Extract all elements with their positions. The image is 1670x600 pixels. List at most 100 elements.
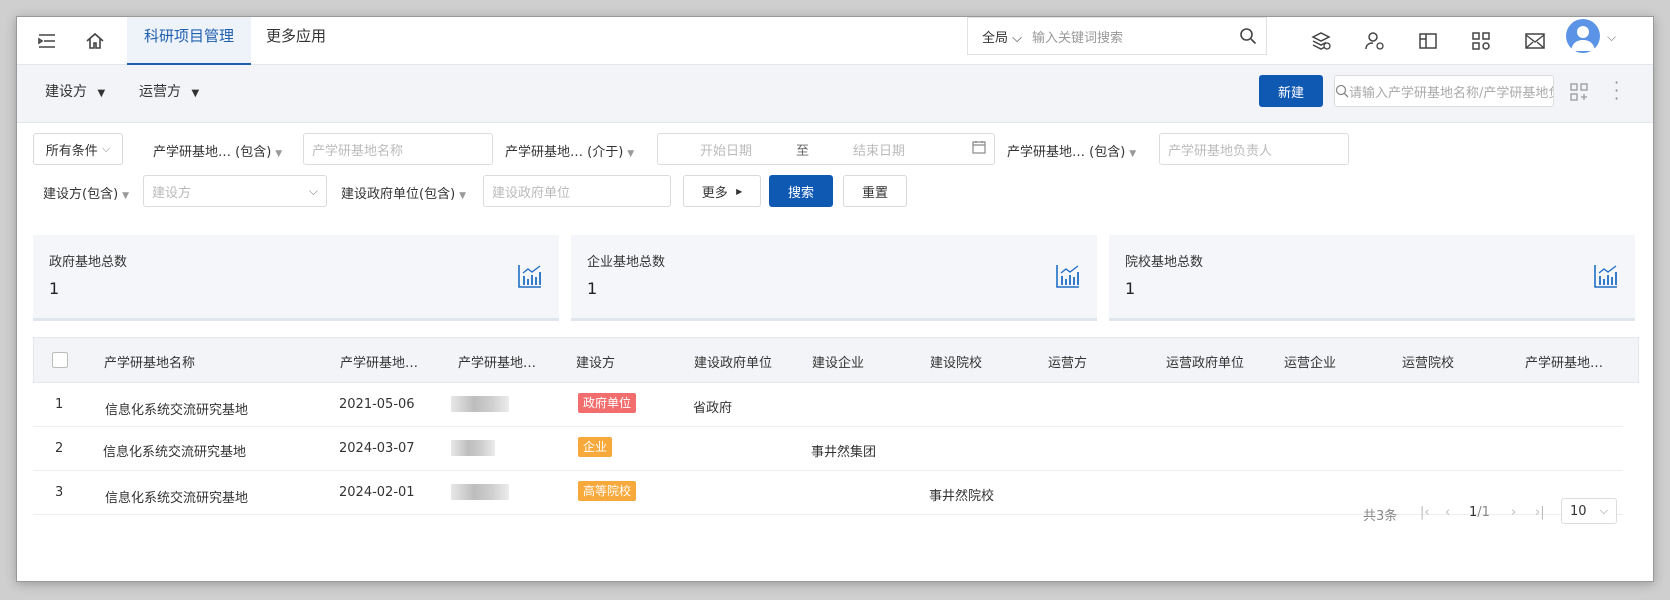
new-button[interactable]: 新建 bbox=[1259, 75, 1323, 107]
grid-settings-icon[interactable] bbox=[1469, 29, 1493, 53]
more-filters-button[interactable]: 更多 ▶ bbox=[683, 175, 761, 207]
toolbar: 建设方 ▼ 运营方 ▼ 新建 请输入产学研基地名称/产学研基地负责人 ··· bbox=[17, 65, 1653, 123]
column-header[interactable]: 产学研基地… bbox=[1525, 352, 1603, 371]
filter-label-gov-unit[interactable]: 建设政府单位(包含) ▼ bbox=[341, 183, 466, 202]
end-date-input[interactable]: 结束日期 bbox=[853, 140, 905, 159]
stat-card-government: 政府基地总数 1 bbox=[33, 235, 559, 321]
table-row[interactable]: 1 信息化系统交流研究基地 2021-05-06 政府单位 省政府 bbox=[33, 383, 1623, 427]
search-icon bbox=[1335, 84, 1349, 98]
more-options-icon[interactable]: · · · bbox=[1614, 75, 1619, 107]
date-range-picker[interactable]: 开始日期 至 结束日期 bbox=[657, 133, 995, 165]
column-header[interactable]: 建设政府单位 bbox=[694, 352, 772, 371]
tab-more-apps[interactable]: 更多应用 bbox=[249, 17, 343, 65]
column-header[interactable]: 产学研基地… bbox=[340, 352, 418, 371]
mail-icon[interactable] bbox=[1523, 29, 1547, 53]
status-badge: 政府单位 bbox=[578, 393, 637, 413]
menu-icon[interactable] bbox=[35, 29, 59, 53]
quick-search-input[interactable]: 请输入产学研基地名称/产学研基地负责人 bbox=[1349, 82, 1553, 101]
column-header[interactable]: 运营院校 bbox=[1402, 352, 1454, 371]
search-icon[interactable] bbox=[1230, 27, 1266, 45]
all-conditions-dropdown[interactable]: 所有条件 ⌵ bbox=[33, 133, 123, 165]
chevron-down-icon[interactable]: ⌵ bbox=[1607, 30, 1616, 45]
search-scope-select[interactable]: 全局 ⌵ bbox=[968, 27, 1032, 46]
row-index: 1 bbox=[55, 397, 64, 412]
bar-chart-icon[interactable] bbox=[1055, 263, 1081, 293]
top-navigation-bar: 科研项目管理 更多应用 全局 ⌵ 输入关键词搜索 ⌵ bbox=[17, 17, 1653, 65]
column-header[interactable]: 建设方 bbox=[576, 352, 615, 371]
global-search-input[interactable]: 输入关键词搜索 bbox=[1032, 27, 1230, 46]
row-index: 3 bbox=[55, 485, 64, 500]
first-page-icon[interactable]: |‹ bbox=[1420, 505, 1430, 520]
home-icon[interactable] bbox=[83, 29, 107, 53]
next-page-icon[interactable]: › bbox=[1511, 505, 1516, 520]
operator-dropdown[interactable]: 运营方 ▼ bbox=[139, 81, 199, 101]
avatar[interactable] bbox=[1566, 19, 1600, 53]
builder-dropdown[interactable]: 建设方 ▼ bbox=[45, 81, 105, 101]
builder-select[interactable]: 建设方 ⌵ bbox=[143, 175, 327, 207]
gov-unit-input[interactable]: 建设政府单位 bbox=[483, 175, 671, 207]
college-cell: 事井然院校 bbox=[929, 489, 995, 504]
total-count: 共3条 bbox=[1363, 509, 1398, 524]
prev-page-icon[interactable]: ‹ bbox=[1445, 505, 1450, 520]
filter-label-base-name[interactable]: 产学研基地… (包含) ▼ bbox=[153, 141, 282, 160]
date-cell: 2021-05-06 bbox=[339, 397, 415, 412]
stat-label: 政府基地总数 bbox=[49, 255, 128, 270]
app-window: 科研项目管理 更多应用 全局 ⌵ 输入关键词搜索 ⌵ 建设方 ▼ 运营方 ▼ 新… bbox=[16, 16, 1654, 582]
base-name-input[interactable]: 产学研基地名称 bbox=[303, 133, 493, 165]
table-header: 产学研基地名称 产学研基地… 产学研基地… 建设方 建设政府单位 建设企业 建设… bbox=[33, 337, 1639, 383]
row-index: 2 bbox=[55, 441, 64, 456]
redacted-cell bbox=[451, 440, 495, 456]
status-badge: 企业 bbox=[578, 437, 613, 457]
quick-search[interactable]: 请输入产学研基地名称/产学研基地负责人 bbox=[1334, 75, 1554, 107]
stat-value: 1 bbox=[49, 279, 60, 298]
base-name-cell[interactable]: 信息化系统交流研究基地 bbox=[103, 441, 246, 460]
column-header[interactable]: 产学研基地名称 bbox=[104, 352, 195, 371]
global-search: 全局 ⌵ 输入关键词搜索 bbox=[967, 17, 1267, 55]
filter-label-base-leader[interactable]: 产学研基地… (包含) ▼ bbox=[1007, 141, 1136, 160]
column-header[interactable]: 运营企业 bbox=[1284, 352, 1336, 371]
filter-label-base-date[interactable]: 产学研基地… (介于) ▼ bbox=[505, 141, 634, 160]
stat-card-college: 院校基地总数 1 bbox=[1109, 235, 1635, 321]
page-size-select[interactable]: 10 ⌵ bbox=[1561, 498, 1617, 524]
user-settings-icon[interactable] bbox=[1363, 29, 1387, 53]
redacted-cell bbox=[451, 396, 509, 412]
data-table: 产学研基地名称 产学研基地… 产学研基地… 建设方 建设政府单位 建设企业 建设… bbox=[33, 337, 1639, 515]
stat-value: 1 bbox=[1125, 279, 1136, 298]
layout-icon[interactable] bbox=[1416, 29, 1440, 53]
chevron-down-icon: ⌵ bbox=[308, 183, 318, 198]
stat-label: 院校基地总数 bbox=[1125, 255, 1204, 270]
bar-chart-icon[interactable] bbox=[517, 263, 543, 293]
start-date-input[interactable]: 开始日期 bbox=[700, 140, 752, 159]
reset-button[interactable]: 重置 bbox=[843, 175, 907, 207]
base-name-cell[interactable]: 信息化系统交流研究基地 bbox=[105, 399, 248, 418]
column-header[interactable]: 建设企业 bbox=[812, 352, 864, 371]
tab-research-project-management[interactable]: 科研项目管理 bbox=[127, 17, 252, 65]
view-switch-icon[interactable] bbox=[1570, 83, 1588, 105]
column-header[interactable]: 运营方 bbox=[1048, 352, 1087, 371]
date-cell: 2024-02-01 bbox=[339, 485, 415, 500]
bar-chart-icon[interactable] bbox=[1593, 263, 1619, 293]
stat-card-enterprise: 企业基地总数 1 bbox=[571, 235, 1097, 321]
column-header[interactable]: 产学研基地… bbox=[458, 352, 536, 371]
search-button[interactable]: 搜索 bbox=[769, 175, 833, 207]
column-header[interactable]: 运营政府单位 bbox=[1166, 352, 1244, 371]
date-cell: 2024-03-07 bbox=[339, 441, 415, 456]
table-row[interactable]: 2 信息化系统交流研究基地 2024-03-07 企业 事井然集团 bbox=[33, 427, 1623, 471]
column-header[interactable]: 建设院校 bbox=[930, 352, 982, 371]
enterprise-cell: 事井然集团 bbox=[811, 445, 877, 460]
stat-label: 企业基地总数 bbox=[587, 255, 666, 270]
select-all-checkbox[interactable] bbox=[52, 352, 68, 368]
redacted-cell bbox=[451, 484, 509, 500]
page-indicator: 1/1 bbox=[1469, 505, 1490, 520]
filter-label-builder[interactable]: 建设方(包含) ▼ bbox=[43, 183, 129, 202]
calendar-icon[interactable] bbox=[972, 140, 986, 158]
chevron-down-icon: ⌵ bbox=[1599, 504, 1608, 517]
layers-icon[interactable] bbox=[1309, 29, 1333, 53]
base-name-cell[interactable]: 信息化系统交流研究基地 bbox=[105, 487, 248, 506]
stat-value: 1 bbox=[587, 279, 598, 298]
date-separator: 至 bbox=[796, 143, 810, 159]
status-badge: 高等院校 bbox=[578, 481, 637, 501]
last-page-icon[interactable]: ›| bbox=[1535, 505, 1545, 520]
base-leader-input[interactable]: 产学研基地负责人 bbox=[1159, 133, 1349, 165]
gov-unit-cell: 省政府 bbox=[693, 401, 733, 416]
